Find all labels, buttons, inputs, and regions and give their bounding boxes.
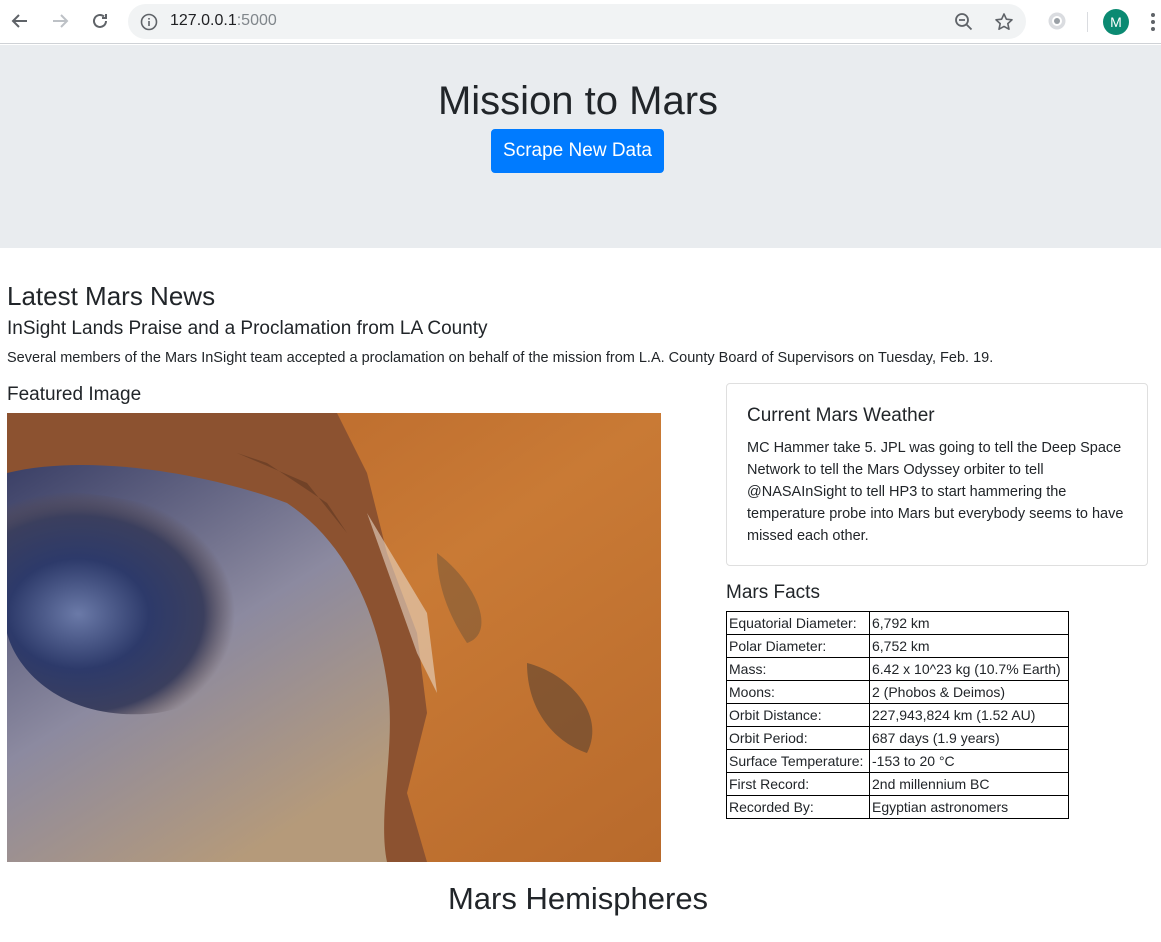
table-row: Equatorial Diameter: 6,792 km: [726, 611, 1069, 635]
fact-value: 2nd millennium BC: [869, 772, 1069, 796]
table-row: Moons: 2 (Phobos & Deimos): [726, 680, 1069, 704]
table-row: Polar Diameter: 6,752 km: [726, 634, 1069, 658]
star-bookmark-icon[interactable]: [993, 11, 1015, 33]
news-paragraph: Several members of the Mars InSight team…: [7, 350, 994, 366]
fact-value: -153 to 20 °C: [869, 749, 1069, 773]
kebab-menu-icon[interactable]: [1150, 12, 1156, 32]
back-arrow-icon[interactable]: [8, 9, 32, 33]
url-text[interactable]: 127.0.0.1:5000: [170, 12, 277, 30]
jumbotron: Mission to Mars Scrape New Data: [0, 45, 1161, 248]
fact-value: Egyptian astronomers: [869, 795, 1069, 819]
fact-label: Surface Temperature:: [726, 749, 870, 773]
fact-label: Mass:: [726, 657, 870, 681]
fact-label: Orbit Period:: [726, 726, 870, 750]
extension-icon[interactable]: [1047, 11, 1067, 31]
info-icon[interactable]: [138, 11, 160, 33]
profile-avatar[interactable]: M: [1103, 9, 1129, 35]
reload-icon[interactable]: [88, 9, 112, 33]
hemispheres-heading: Mars Hemispheres: [447, 881, 709, 916]
zoom-out-icon[interactable]: [953, 11, 975, 33]
news-title: InSight Lands Praise and a Proclamation …: [7, 318, 488, 339]
scrape-button[interactable]: Scrape New Data: [491, 129, 664, 173]
featured-image-heading: Featured Image: [7, 384, 142, 405]
fact-value: 6,752 km: [869, 634, 1069, 658]
table-row: Orbit Period: 687 days (1.9 years): [726, 726, 1069, 750]
featured-image: [7, 413, 661, 862]
fact-value: 2 (Phobos & Deimos): [869, 680, 1069, 704]
weather-card: Current Mars Weather MC Hammer take 5. J…: [726, 383, 1148, 566]
fact-label: Moons:: [726, 680, 870, 704]
news-heading: Latest Mars News: [7, 281, 216, 311]
forward-arrow-icon[interactable]: [48, 9, 72, 33]
table-row: Recorded By: Egyptian astronomers: [726, 795, 1069, 819]
fact-value: 6.42 x 10^23 kg (10.7% Earth): [869, 657, 1069, 681]
weather-text: MC Hammer take 5. JPL was going to tell …: [747, 440, 1124, 544]
table-row: Orbit Distance: 227,943,824 km (1.52 AU): [726, 703, 1069, 727]
facts-table: Equatorial Diameter: 6,792 km Polar Diame…: [726, 611, 1069, 819]
fact-label: Equatorial Diameter:: [726, 611, 870, 635]
fact-label: Orbit Distance:: [726, 703, 870, 727]
page-title: Mission to Mars: [437, 79, 719, 123]
table-row: Surface Temperature: -153 to 20 °C: [726, 749, 1069, 773]
table-row: First Record: 2nd millennium BC: [726, 772, 1069, 796]
browser-toolbar: 127.0.0.1:5000 M: [0, 0, 1161, 44]
toolbar-divider: [1087, 12, 1088, 32]
fact-label: First Record:: [726, 772, 870, 796]
fact-label: Recorded By:: [726, 795, 870, 819]
table-row: Mass: 6.42 x 10^23 kg (10.7% Earth): [726, 657, 1069, 681]
facts-heading: Mars Facts: [726, 582, 820, 603]
fact-value: 6,792 km: [869, 611, 1069, 635]
fact-value: 227,943,824 km (1.52 AU): [869, 703, 1069, 727]
fact-label: Polar Diameter:: [726, 634, 870, 658]
address-bar[interactable]: 127.0.0.1:5000: [128, 4, 1026, 39]
weather-heading: Current Mars Weather: [747, 405, 935, 426]
fact-value: 687 days (1.9 years): [869, 726, 1069, 750]
